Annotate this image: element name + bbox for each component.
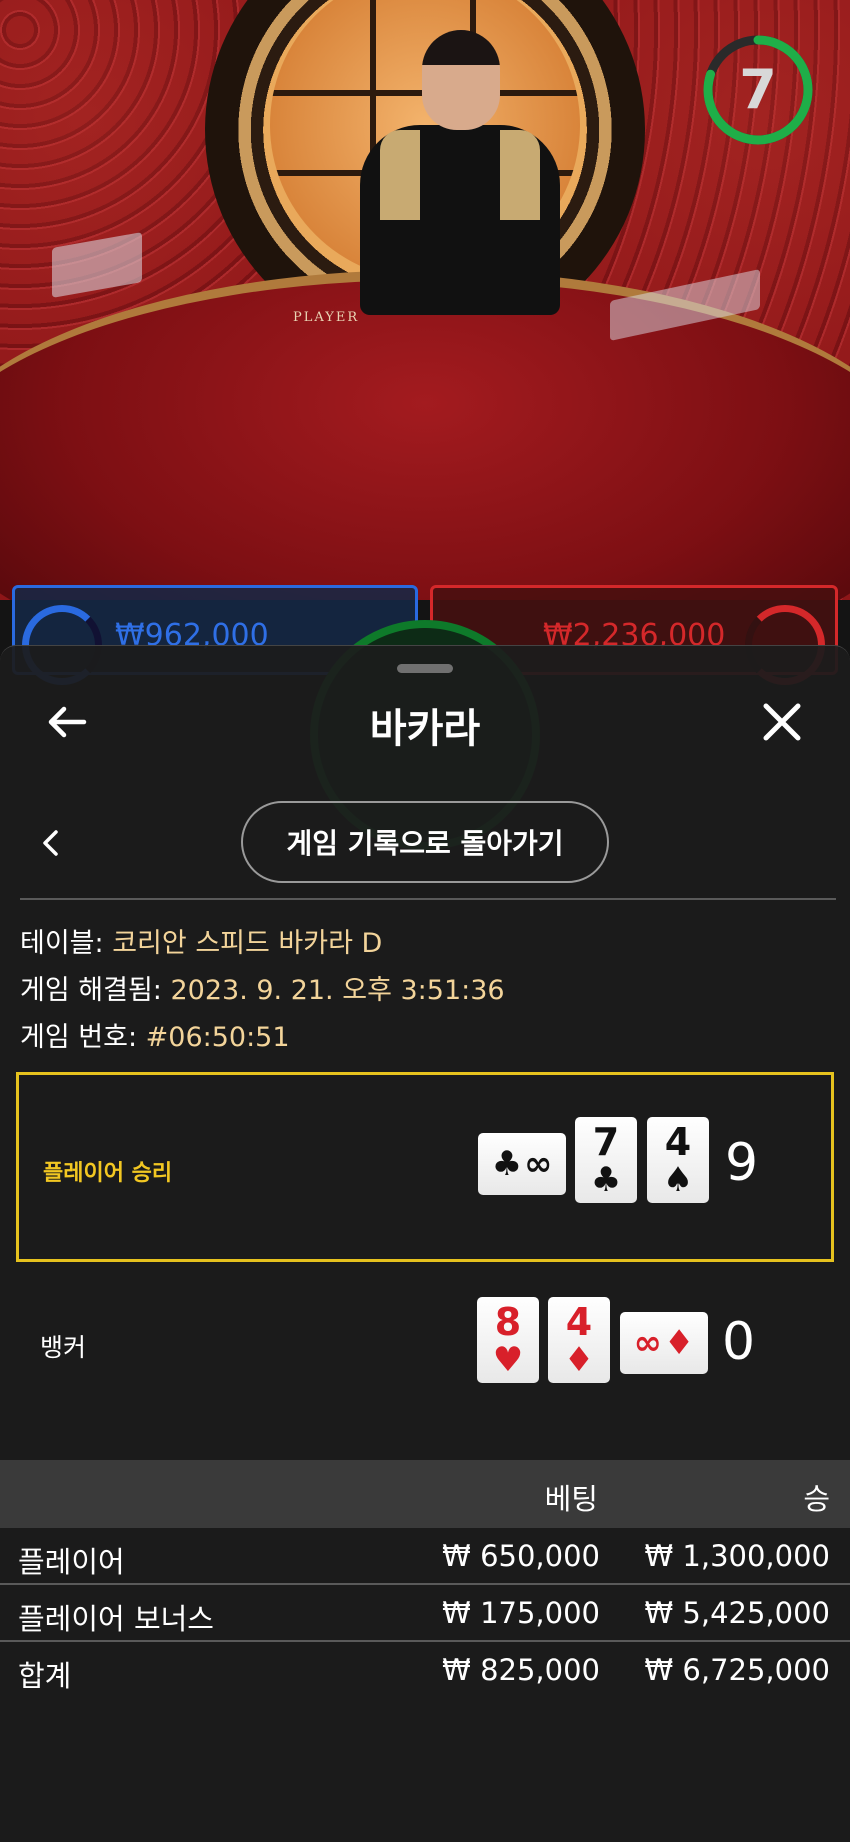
table-info: 테이블: 코리안 스피드 바카라 D: [20, 921, 382, 960]
card-suit: ♦: [563, 1340, 595, 1380]
resolved-info-label: 게임 해결됨:: [20, 975, 162, 1006]
chevron-left-icon: [43, 830, 58, 856]
card-suit: ♥: [492, 1340, 524, 1380]
baccarat-table: [0, 270, 850, 600]
banker-hand: 뱅커 8 ♥ 4 ♦ ∞ ♦ 0: [16, 1262, 834, 1452]
results-row-bet: ₩ 650,000: [442, 1539, 600, 1573]
back-to-history-button[interactable]: 게임 기록으로 돌아가기: [241, 801, 609, 883]
card-rank: 7: [592, 1120, 620, 1164]
resolved-info-value: 2023. 9. 21. 오후 3:51:36: [170, 975, 505, 1006]
results-header-bet: 베팅: [544, 1482, 598, 1516]
felt-player-label: PLAYER: [293, 310, 360, 325]
player-hand: 플레이어 승리 ♣ ∞ 7 ♣ 4 ♠ 9: [16, 1072, 834, 1262]
previous-game-button[interactable]: [34, 826, 68, 860]
results-total-row: 합계 ₩ 825,000 ₩ 6,725,000: [0, 1642, 850, 1699]
results-row-win: ₩ 5,425,000: [644, 1596, 830, 1630]
results-row-name: 플레이어 보너스: [18, 1602, 214, 1636]
results-header-win: 승: [803, 1482, 830, 1516]
results-total-win: ₩ 6,725,000: [644, 1653, 830, 1687]
results-total-name: 합계: [18, 1659, 72, 1693]
game-number-label: 게임 번호:: [20, 1022, 138, 1053]
card-shoe: [52, 232, 142, 298]
banker-hand-label: 뱅커: [40, 1333, 87, 1362]
timer-value: 7: [739, 58, 777, 121]
results-row-name: 플레이어: [18, 1545, 125, 1579]
close-button[interactable]: [756, 696, 808, 748]
banker-card-1: 8 ♥: [477, 1297, 539, 1383]
card-suit: ♣: [590, 1160, 622, 1200]
game-history-sheet: 바카라 게임 기록으로 돌아가기 테이블: 코리안 스피드 바카라 D 게임 해…: [0, 645, 850, 1842]
card-rank: 8: [494, 1300, 522, 1344]
card-rank: 4: [664, 1120, 692, 1164]
divider: [20, 898, 836, 900]
results-row-win: ₩ 1,300,000: [644, 1539, 830, 1573]
table-info-label: 테이블:: [20, 928, 104, 959]
card-rank: ∞: [633, 1323, 662, 1363]
card-rank: 4: [565, 1300, 593, 1344]
player-card-1: ♣ ∞: [478, 1133, 566, 1195]
game-number-value: #06:50:51: [145, 1022, 290, 1053]
resolved-info: 게임 해결됨: 2023. 9. 21. 오후 3:51:36: [20, 968, 505, 1007]
player-card-3: 4 ♠: [647, 1117, 709, 1203]
player-score: 9: [725, 1133, 759, 1193]
banker-card-2: 4 ♦: [548, 1297, 610, 1383]
results-row-bet: ₩ 175,000: [442, 1596, 600, 1630]
sheet-grabber[interactable]: [397, 664, 453, 673]
card-suit: ♦: [663, 1323, 695, 1363]
banker-score: 0: [722, 1312, 756, 1372]
results-row: 플레이어 ₩ 650,000 ₩ 1,300,000: [0, 1528, 850, 1585]
dealer: [360, 30, 560, 315]
player-hand-label: 플레이어 승리: [43, 1161, 173, 1186]
sheet-title: 바카라: [369, 706, 481, 752]
results-total-bet: ₩ 825,000: [442, 1653, 600, 1687]
results-header: 베팅 승: [0, 1460, 850, 1528]
table-info-value: 코리안 스피드 바카라 D: [112, 928, 383, 959]
results-row: 플레이어 보너스 ₩ 175,000 ₩ 5,425,000: [0, 1585, 850, 1642]
player-card-2: 7 ♣: [575, 1117, 637, 1203]
round-timer: 7: [700, 32, 816, 148]
card-rank: ∞: [524, 1144, 553, 1184]
live-video-feed: PLAYER 7: [0, 0, 850, 600]
banker-card-3: ∞ ♦: [620, 1312, 708, 1374]
card-suit: ♣: [491, 1144, 523, 1184]
game-number-info: 게임 번호: #06:50:51: [20, 1015, 290, 1054]
card-suit: ♠: [662, 1160, 694, 1200]
close-icon: [763, 703, 801, 741]
